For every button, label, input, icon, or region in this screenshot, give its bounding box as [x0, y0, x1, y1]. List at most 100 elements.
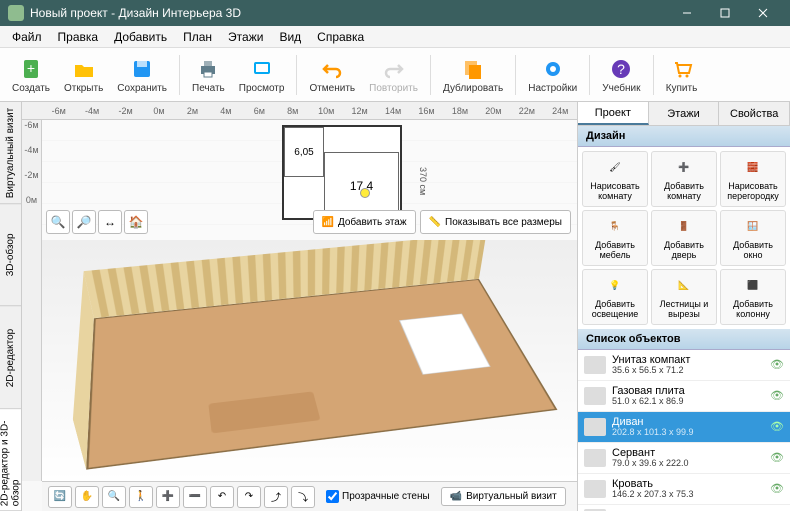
object-list-item[interactable]: Газовая плита 51.0 x 62.1 x 86.9 👁 [578, 381, 790, 412]
design-button[interactable]: 🖌Нарисовать комнату [582, 151, 648, 207]
orbit-button[interactable]: 🔄 [48, 486, 72, 508]
transparent-walls-checkbox[interactable]: Прозрачные стены [326, 490, 430, 503]
object-list-item[interactable]: Двойное окно 👁 [578, 505, 790, 511]
ruler-tick: -4м [75, 106, 108, 116]
menu-item[interactable]: Правка [50, 28, 107, 46]
close-button[interactable] [744, 0, 782, 26]
right-tab[interactable]: Проект [578, 102, 649, 125]
help-button[interactable]: ?Учебник [596, 54, 646, 96]
toolbar-label: Открыть [64, 83, 103, 94]
right-tab[interactable]: Этажи [649, 102, 720, 125]
design-icon: 📐 [672, 274, 696, 298]
new-icon: + [18, 56, 44, 82]
design-button[interactable]: ➕Добавить комнату [651, 151, 717, 207]
zoom-out-button[interactable]: 🔎 [72, 210, 96, 234]
design-button[interactable]: 🚪Добавить дверь [651, 210, 717, 266]
redo-button: Повторить [363, 54, 424, 96]
tilt-down-button[interactable]: ⤵ [291, 486, 315, 508]
pan-button[interactable]: ✋ [75, 486, 99, 508]
floorplan[interactable]: 6,05 17,4 370 см [282, 125, 402, 220]
save-button[interactable]: Сохранить [111, 54, 173, 96]
zoom-button[interactable]: 🔍 [102, 486, 126, 508]
home-button[interactable]: 🏠 [124, 210, 148, 234]
object-list-item[interactable]: Унитаз компакт 35.6 x 56.5 x 71.2 👁 [578, 350, 790, 381]
tilt-up-button[interactable]: ⤴ [264, 486, 288, 508]
menu-item[interactable]: План [175, 28, 220, 46]
zoom-in-button[interactable]: 🔍 [46, 210, 70, 234]
zoomin2-button[interactable]: ➕ [156, 486, 180, 508]
rotate-left-button[interactable]: ↶ [210, 486, 234, 508]
toolbar-label: Печать [192, 83, 225, 94]
object-thumbnail [584, 356, 606, 374]
rotate-right-button[interactable]: ↷ [237, 486, 261, 508]
gear-button[interactable]: Настройки [522, 54, 583, 96]
design-button[interactable]: 📐Лестницы и вырезы [651, 269, 717, 325]
design-button[interactable]: 🧱Нарисовать перегородку [720, 151, 786, 207]
undo-button[interactable]: Отменить [303, 54, 361, 96]
right-tab[interactable]: Свойства [719, 102, 790, 125]
object-thumbnail [584, 449, 606, 467]
ruler-tick: 4м [209, 106, 242, 116]
side-tab[interactable]: 3D-обзор [0, 204, 21, 306]
menu-item[interactable]: Этажи [220, 28, 271, 46]
ruler-tick: 16м [410, 106, 443, 116]
preview-button[interactable]: Просмотр [233, 54, 291, 96]
camera-icon: 📹 [450, 491, 462, 502]
stairs-icon: 📶 [322, 217, 334, 228]
design-button[interactable]: ⬛Добавить колонну [720, 269, 786, 325]
camera-marker[interactable] [360, 188, 370, 198]
fit-button[interactable]: ↔ [98, 210, 122, 234]
walk-button[interactable]: 🚶 [129, 486, 153, 508]
open-button[interactable]: Открыть [58, 54, 109, 96]
copy-button[interactable]: Дублировать [437, 54, 509, 96]
toolbar-label: Настройки [528, 83, 577, 94]
side-tab[interactable]: 2D-редактор [0, 307, 21, 409]
design-icon: 🧱 [741, 156, 765, 180]
cart-button[interactable]: Купить [660, 54, 704, 96]
print-button[interactable]: Печать [186, 54, 231, 96]
side-tab[interactable]: Виртуальный визит [0, 102, 21, 204]
object-list-item[interactable]: Диван 202.8 x 101.3 x 99.9 👁 [578, 412, 790, 443]
toolbar-separator [430, 55, 431, 95]
toolbar-separator [179, 55, 180, 95]
design-button[interactable]: 🪑Добавить мебель [582, 210, 648, 266]
visibility-icon[interactable]: 👁 [770, 420, 784, 433]
visibility-icon[interactable]: 👁 [770, 482, 784, 495]
object-list-item[interactable]: Сервант 79.0 x 39.6 x 222.0 👁 [578, 443, 790, 474]
show-dims-button[interactable]: 📏 Показывать все размеры [420, 210, 571, 234]
menu-item[interactable]: Вид [271, 28, 309, 46]
canvas-3d[interactable] [42, 240, 577, 481]
toolbar-separator [296, 55, 297, 95]
side-tab[interactable]: 2D-редактор и 3D-обзор [0, 409, 21, 511]
maximize-button[interactable] [706, 0, 744, 26]
visibility-icon[interactable]: 👁 [770, 451, 784, 464]
transparent-checkbox-input[interactable] [326, 490, 339, 503]
design-button[interactable]: 💡Добавить освещение [582, 269, 648, 325]
redo-icon [381, 56, 407, 82]
design-icon: 🖌 [603, 156, 627, 180]
menu-item[interactable]: Добавить [106, 28, 175, 46]
menu-item[interactable]: Справка [309, 28, 372, 46]
design-icon: 💡 [603, 274, 627, 298]
menu-item[interactable]: Файл [4, 28, 50, 46]
object-list-item[interactable]: Кровать 146.2 x 207.3 x 75.3 👁 [578, 474, 790, 505]
toolbar-label: Купить [666, 83, 698, 94]
visibility-icon[interactable]: 👁 [770, 358, 784, 371]
new-button[interactable]: +Создать [6, 54, 56, 96]
room-label-1: 6,05 [284, 127, 324, 177]
minimize-button[interactable] [668, 0, 706, 26]
zoomout2-button[interactable]: ➖ [183, 486, 207, 508]
toolbar-separator [515, 55, 516, 95]
ruler-vertical: -6м-4м-2м0м [22, 120, 42, 481]
ruler-tick: -6м [22, 120, 41, 145]
ruler-tick: -2м [22, 170, 41, 195]
visibility-icon[interactable]: 👁 [770, 389, 784, 402]
cart-icon [669, 56, 695, 82]
virtual-visit-button[interactable]: 📹 Виртуальный визит [441, 487, 566, 506]
design-button[interactable]: 🪟Добавить окно [720, 210, 786, 266]
ruler-horizontal: -6м-4м-2м0м2м4м6м8м10м12м14м16м18м20м22м… [22, 102, 577, 120]
design-icon: ⬛ [741, 274, 765, 298]
toolbar-separator [653, 55, 654, 95]
add-floor-button[interactable]: 📶 Добавить этаж [313, 210, 416, 234]
design-section-header: Дизайн [578, 126, 790, 147]
